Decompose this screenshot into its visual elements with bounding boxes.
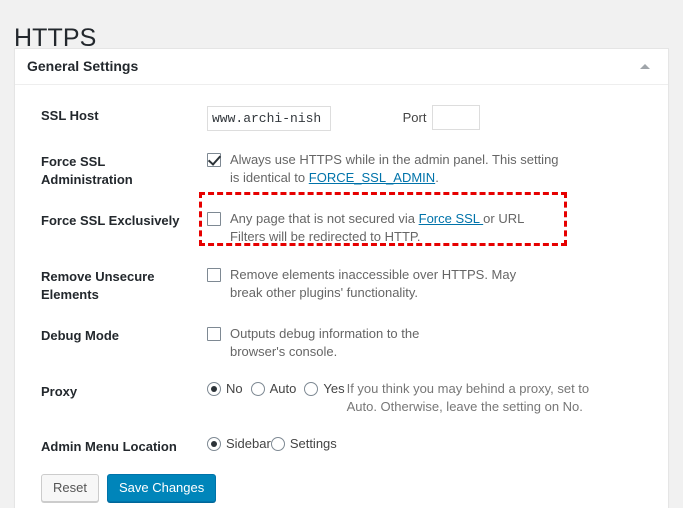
proxy-option-no[interactable]: No	[207, 381, 251, 397]
cell-proxy: No Auto Yes If you think you may behind …	[207, 371, 656, 426]
force-ssl-admin-link[interactable]: FORCE_SSL_ADMIN	[309, 170, 435, 185]
admin-menu-radio-group: Sidebar Settings	[207, 436, 650, 452]
force-ssl-admin-description: Always use HTTPS while in the admin pane…	[230, 151, 560, 187]
settings-page: HTTPS General Settings SSL Host Port	[0, 0, 683, 508]
debug-mode-checkbox[interactable]	[207, 327, 221, 342]
reset-button[interactable]: Reset	[41, 473, 99, 502]
save-changes-button[interactable]: Save Changes	[106, 473, 217, 502]
form-button-bar: Reset Save Changes	[27, 468, 656, 504]
panel-title: General Settings	[27, 57, 139, 74]
triangle-up-glyph	[640, 64, 650, 69]
ssl-host-input[interactable]	[207, 106, 331, 131]
cell-force-ssl-exclusively: Any page that is not secured via Force S…	[199, 192, 656, 256]
label-proxy: Proxy	[41, 384, 78, 400]
cell-ssl-host: Port	[207, 95, 656, 141]
force-ssl-exclusively-checkbox[interactable]	[207, 212, 221, 227]
force-ssl-exclusively-description: Any page that is not secured via Force S…	[230, 210, 530, 246]
admin-menu-radio-sidebar[interactable]	[207, 437, 221, 452]
force-ssl-admin-text-after: .	[435, 170, 439, 185]
force-ssl-admin-checkbox[interactable]	[207, 153, 221, 167]
port-group: Port	[403, 105, 481, 130]
label-remove-unsecure-elements: Remove Unsecure Elements	[41, 269, 155, 302]
port-input[interactable]	[432, 105, 481, 130]
checkbox-row-force-ssl-exclusively: Any page that is not secured via Force S…	[207, 210, 650, 246]
remove-unsecure-elements-checkbox[interactable]	[207, 268, 221, 283]
label-debug-mode: Debug Mode	[41, 328, 119, 344]
label-port: Port	[402, 110, 427, 125]
row-force-ssl-exclusively: Force SSL Exclusively Any page that is n…	[27, 192, 656, 256]
proxy-radio-no[interactable]	[207, 382, 221, 397]
cell-force-ssl-admin: Always use HTTPS while in the admin pane…	[207, 141, 656, 200]
proxy-radio-group: No Auto Yes If you think you may behind …	[207, 381, 650, 416]
general-settings-panel: General Settings SSL Host Port	[14, 48, 669, 508]
proxy-help-text: If you think you may behind a proxy, set…	[346, 381, 590, 415]
proxy-radio-auto[interactable]	[250, 382, 265, 397]
settings-form-table: SSL Host Port Force SSL Administration	[27, 95, 656, 468]
row-admin-menu-location: Admin Menu Location Sidebar Settings	[27, 426, 656, 468]
proxy-label-yes: Yes	[323, 381, 345, 397]
proxy-radio-yes[interactable]	[304, 382, 319, 397]
row-remove-unsecure-elements: Remove Unsecure Elements Remove elements…	[27, 256, 656, 315]
cell-remove-unsecure-elements: Remove elements inaccessible over HTTPS.…	[207, 256, 656, 315]
panel-header[interactable]: General Settings	[15, 49, 668, 85]
force-ssl-link[interactable]: Force SSL	[419, 211, 484, 226]
cell-admin-menu-location: Sidebar Settings	[207, 426, 656, 468]
admin-menu-label-settings: Settings	[289, 436, 337, 452]
proxy-option-auto[interactable]: Auto	[250, 381, 305, 397]
admin-menu-label-sidebar: Sidebar	[226, 436, 271, 452]
cell-debug-mode: Outputs debug information to the browser…	[207, 315, 656, 371]
panel-body: SSL Host Port Force SSL Administration	[15, 85, 668, 508]
row-proxy: Proxy No Auto Yes If you think you may b…	[27, 371, 656, 426]
label-force-ssl-exclusively: Force SSL Exclusively	[41, 213, 180, 229]
remove-unsecure-elements-description: Remove elements inaccessible over HTTPS.…	[230, 267, 517, 301]
row-debug-mode: Debug Mode Outputs debug information to …	[27, 315, 656, 371]
triangle-up-icon[interactable]	[632, 54, 658, 80]
proxy-label-auto: Auto	[269, 381, 297, 397]
label-force-ssl-administration: Force SSL Administration	[41, 154, 133, 187]
admin-menu-option-settings[interactable]: Settings	[270, 436, 345, 452]
row-ssl-host: SSL Host Port	[27, 95, 656, 141]
checkbox-row-force-ssl-admin: Always use HTTPS while in the admin pane…	[207, 151, 650, 187]
debug-mode-description: Outputs debug information to the browser…	[230, 326, 420, 360]
force-ssl-exclusively-text-before: Any page that is not secured via	[230, 211, 419, 227]
proxy-label-no: No	[226, 381, 243, 397]
label-ssl-host: SSL Host	[41, 108, 99, 123]
admin-menu-option-sidebar[interactable]: Sidebar	[207, 436, 271, 452]
row-force-ssl-admin: Force SSL Administration Always use HTTP…	[27, 141, 656, 200]
checkbox-row-debug-mode: Outputs debug information to the browser…	[207, 325, 650, 361]
admin-menu-radio-settings[interactable]	[270, 437, 285, 452]
checkbox-row-remove-unsecure-elements: Remove elements inaccessible over HTTPS.…	[207, 266, 650, 302]
label-admin-menu-location: Admin Menu Location	[41, 439, 177, 455]
proxy-option-yes[interactable]: Yes	[304, 381, 345, 397]
